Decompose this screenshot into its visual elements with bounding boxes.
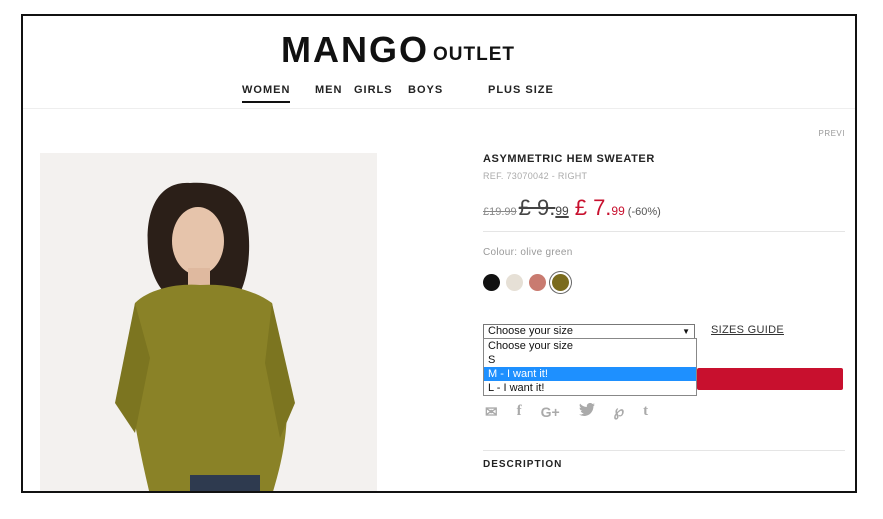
colour-swatches — [483, 274, 845, 291]
nav-item-plus-size[interactable]: PLUS SIZE — [488, 84, 554, 101]
size-select-value: Choose your size — [488, 325, 573, 337]
share-icons: ✉ f G+ ℘ t — [485, 402, 667, 421]
chevron-down-icon: ▼ — [682, 327, 690, 336]
product-image[interactable] — [40, 153, 377, 491]
current-sale-price-main: £ 7. — [574, 195, 612, 220]
description-toggle[interactable]: DESCRIPTION — [483, 459, 562, 470]
colour-swatch-coral[interactable] — [529, 274, 546, 291]
browser-frame: MANGO OUTLET WOMEN MEN GIRLS BOYS PLUS S… — [21, 14, 857, 493]
nav-item-boys[interactable]: BOYS — [408, 84, 443, 101]
size-option[interactable]: L - I want it! — [484, 381, 696, 395]
size-dropdown-list: Choose your size S M - I want it! L - I … — [483, 338, 697, 396]
previous-sale-price-main: £ 9. — [518, 195, 556, 220]
product-ref: REF. 73070042 - RIGHT — [483, 171, 588, 181]
current-sale-price: £ 7.99 — [575, 195, 625, 221]
product-title: ASYMMETRIC HEM SWEATER — [483, 153, 655, 165]
sizes-guide-link[interactable]: SIZES GUIDE — [711, 324, 784, 336]
nav-item-women[interactable]: WOMEN — [242, 84, 291, 103]
pinterest-icon[interactable]: ℘ — [614, 402, 624, 421]
previous-link[interactable]: PREVI — [818, 129, 845, 138]
colour-swatch-olive-green[interactable] — [552, 274, 569, 291]
add-to-bag-button[interactable] — [697, 368, 843, 390]
mail-icon[interactable]: ✉ — [485, 403, 498, 421]
size-option-highlighted[interactable]: M - I want it! — [484, 367, 696, 381]
twitter-icon[interactable] — [578, 402, 595, 420]
nav-item-girls[interactable]: GIRLS — [354, 84, 393, 101]
price-row: £19.99 £ 9.99 £ 7.99 (-60%) — [483, 195, 845, 221]
bottom-scroll-bar[interactable] — [38, 492, 844, 493]
size-option[interactable]: S — [484, 353, 696, 367]
facebook-icon[interactable]: f — [517, 403, 522, 420]
logo-sub-text: OUTLET — [433, 44, 515, 65]
mango-outlet-logo[interactable]: MANGO OUTLET — [281, 32, 515, 68]
size-option[interactable]: Choose your size — [484, 339, 696, 353]
price-divider — [483, 231, 845, 232]
previous-sale-price-cents: 99 — [555, 204, 569, 218]
tumblr-icon[interactable]: t — [643, 403, 648, 420]
google-plus-icon[interactable]: G+ — [541, 404, 560, 420]
discount-badge: (-60%) — [627, 206, 661, 218]
site-header: MANGO OUTLET WOMEN MEN GIRLS BOYS PLUS S… — [23, 16, 855, 109]
description-divider — [483, 450, 845, 451]
colour-swatch-black[interactable] — [483, 274, 500, 291]
size-select[interactable]: Choose your size ▼ — [483, 324, 695, 339]
previous-sale-price: £ 9.99 — [519, 195, 569, 221]
product-info: ASYMMETRIC HEM SWEATER REF. 73070042 - R… — [483, 153, 845, 291]
nav-item-men[interactable]: MEN — [315, 84, 342, 101]
colour-swatch-ecru[interactable] — [506, 274, 523, 291]
model-photo — [40, 153, 377, 491]
colour-label: Colour: olive green — [483, 247, 573, 258]
original-price: £19.99 — [483, 206, 517, 218]
logo-main-text: MANGO — [281, 29, 429, 70]
current-sale-price-cents: 99 — [611, 204, 625, 218]
